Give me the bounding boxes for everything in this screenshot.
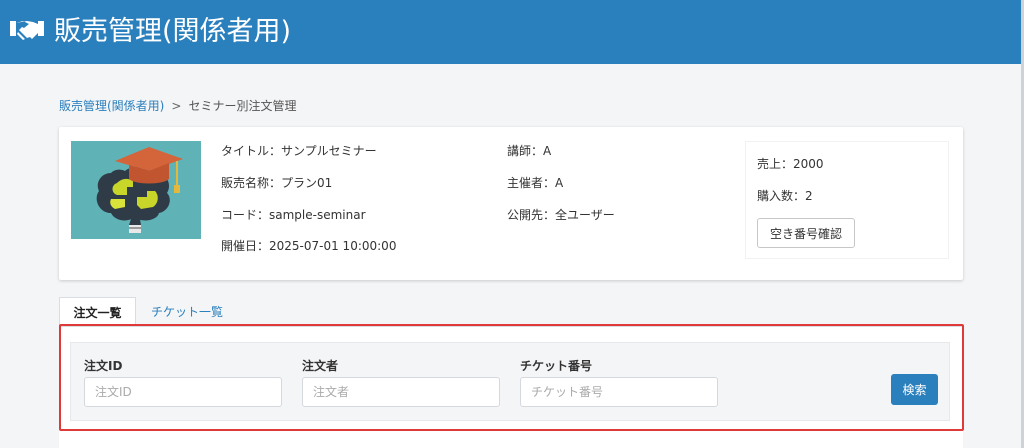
search-highlight-box [59, 324, 964, 431]
seminar-date: 開催日：2025-07-01 10:00:00 [221, 239, 397, 253]
tab-tickets[interactable]: チケット一覧 [139, 297, 235, 327]
seminar-info-card: タイトル：サンプルセミナー 販売名称：プラン01 コード：sample-semi… [59, 127, 963, 280]
breadcrumb-current: セミナー別注文管理 [188, 99, 297, 113]
seminar-instructor: 講師：A [507, 144, 552, 158]
sales-total: 売上：2000 [757, 157, 824, 171]
stats-box: 売上：2000 購入数：2 空き番号確認 [745, 141, 949, 259]
graduation-brain-image [71, 141, 201, 239]
purchase-count: 購入数：2 [757, 189, 813, 203]
app-header: 販売管理(関係者用) [0, 0, 1022, 64]
seminar-code: コード：sample-seminar [221, 208, 366, 222]
breadcrumb-separator: > [171, 99, 182, 113]
handshake-icon [10, 21, 44, 40]
seminar-title: タイトル：サンプルセミナー [221, 144, 377, 158]
seminar-sales-name: 販売名称：プラン01 [221, 176, 333, 190]
vacancy-check-button[interactable]: 空き番号確認 [757, 218, 855, 248]
breadcrumb-parent-link[interactable]: 販売管理(関係者用) [59, 96, 164, 116]
tab-orders[interactable]: 注文一覧 [59, 297, 136, 327]
breadcrumb: 販売管理(関係者用) > セミナー別注文管理 [59, 96, 296, 116]
seminar-visibility: 公開先：全ユーザー [507, 208, 615, 222]
app-title: 販売管理(関係者用) [54, 16, 292, 47]
seminar-organizer: 主催者：A [507, 176, 564, 190]
seminar-thumbnail [71, 141, 201, 239]
